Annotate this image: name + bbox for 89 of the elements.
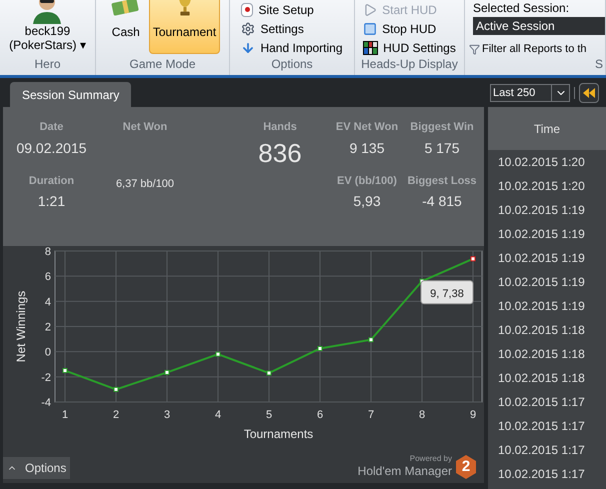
session-time-item[interactable]: 10.02.2015 1:18 <box>488 319 606 343</box>
range-dropdown[interactable]: Last 250 <box>490 84 570 102</box>
logo-name: Hold'em Manager <box>358 464 452 479</box>
data-point <box>114 386 118 392</box>
ribbon-button[interactable]: Hand Importing <box>241 39 343 55</box>
stat-value: -4 815 <box>422 192 462 211</box>
ribbon-group-label: Game Mode <box>128 56 197 73</box>
stat-value: 836 <box>258 138 302 168</box>
stop-icon <box>363 22 378 36</box>
y-axis-title: Net Winnings <box>14 290 28 362</box>
x-tick-label: 8 <box>418 409 426 421</box>
session-time-item[interactable]: 10.02.2015 1:20 <box>488 175 606 199</box>
y-tick-label: -4 <box>41 397 51 409</box>
ribbon-group-label: Heads-Up Display <box>360 56 459 73</box>
data-point <box>216 352 220 357</box>
session-time-item[interactable]: 10.02.2015 1:19 <box>488 199 606 223</box>
hero-selector-button[interactable]: beck199 (PokerStars) ▾ <box>1 0 94 55</box>
session-label: Selected Session: <box>473 1 570 15</box>
session-time-item[interactable]: 10.02.2015 1:19 <box>488 247 606 271</box>
session-time-item[interactable]: 10.02.2015 1:18 <box>488 343 606 367</box>
stat-value: 6,37 bb/100 <box>116 176 174 192</box>
data-point <box>164 370 170 375</box>
stat-value: 09.02.2015 <box>16 138 87 158</box>
stat-label: Date <box>40 120 64 135</box>
y-tick-label: 8 <box>44 246 51 258</box>
x-tick-label: 7 <box>368 409 374 421</box>
session-time-item[interactable]: 10.02.2015 1:20 <box>488 151 606 175</box>
x-tick-label: 9 <box>470 409 476 421</box>
stat-label: Biggest Loss <box>407 174 477 188</box>
session-time-item[interactable]: 10.02.2015 1:19 <box>488 223 606 247</box>
session-time-item[interactable]: 10.02.2015 1:17 <box>488 391 606 415</box>
stat-label: Hands <box>263 120 297 135</box>
play-icon <box>363 2 378 16</box>
stat-value: 5 175 <box>424 138 460 158</box>
session-time-item[interactable]: 10.02.2015 1:17 <box>488 439 606 463</box>
options-button[interactable]: Options <box>3 457 70 479</box>
stat-label: EV (bb/100) <box>337 174 397 188</box>
data-point <box>368 337 374 342</box>
x-tick-label: 5 <box>266 409 272 421</box>
x-axis-title: Tournaments <box>244 427 314 441</box>
tab[interactable]: Session Summary <box>10 82 132 107</box>
y-tick-label: 0 <box>44 346 51 359</box>
ribbon-button[interactable]: Settings <box>241 20 343 37</box>
stat-value: 5,93 <box>353 192 381 211</box>
settings-icon <box>241 22 256 36</box>
session-time-item[interactable]: 10.02.2015 1:17 <box>488 415 606 439</box>
stat-label: Biggest Win <box>410 120 474 135</box>
ribbon-button[interactable]: Stop HUD <box>363 20 456 37</box>
ribbon-group-label: S <box>594 56 604 73</box>
stat-value: 1:21 <box>38 192 66 211</box>
powered-by-text: Powered by <box>410 454 452 464</box>
session-time-item[interactable]: 10.02.2015 1:19 <box>488 271 606 295</box>
x-tick-label: 2 <box>112 409 120 421</box>
value-tooltip: 9, 7,38 <box>420 280 474 304</box>
annotation: 9, 7,38 <box>430 288 464 300</box>
session-time-item[interactable]: 10.02.2015 1:17 <box>488 463 606 487</box>
x-tick-label: 6 <box>316 409 324 421</box>
filter-reports-button[interactable]: Filter all Reports to th <box>469 41 605 55</box>
logo-badge: 2 <box>456 455 476 479</box>
data-point <box>470 256 476 262</box>
y-tick-label: 6 <box>44 271 51 284</box>
hud-grid-icon <box>363 40 378 54</box>
ribbon-button[interactable]: Site Setup <box>241 1 343 18</box>
arrow-down-icon <box>241 40 256 54</box>
y-tick-label: -2 <box>41 372 51 384</box>
x-tick-label: 3 <box>164 409 170 421</box>
session-time-item[interactable]: 10.02.2015 1:19 <box>488 295 606 319</box>
y-tick-label: 4 <box>44 296 51 308</box>
ribbon-group-label: Hero <box>33 56 62 73</box>
x-tick-label: 1 <box>62 409 68 421</box>
data-point <box>62 368 68 374</box>
data-point <box>318 346 322 352</box>
stat-label: EV Net Won <box>336 120 398 135</box>
column-header[interactable]: Time <box>488 107 606 150</box>
stat-label: Net Won <box>122 120 168 135</box>
game-mode-button[interactable]: Tournament <box>148 0 220 54</box>
game-mode-button[interactable]: Cash <box>104 0 147 54</box>
ribbon-group-label: Options <box>270 56 314 73</box>
stat-label: Duration <box>28 174 74 188</box>
rewind-button[interactable] <box>579 82 599 102</box>
stat-value: 9 135 <box>349 138 385 158</box>
ribbon-button[interactable]: HUD Settings <box>363 39 456 55</box>
x-tick-label: 4 <box>214 409 222 421</box>
rewind-icon <box>583 88 595 98</box>
filter-icon <box>469 44 480 55</box>
session-time-item[interactable]: 10.02.2015 1:18 <box>488 367 606 391</box>
data-point <box>266 370 272 376</box>
y-tick-label: 2 <box>44 322 51 334</box>
session-dropdown[interactable]: Active Session <box>473 17 605 35</box>
